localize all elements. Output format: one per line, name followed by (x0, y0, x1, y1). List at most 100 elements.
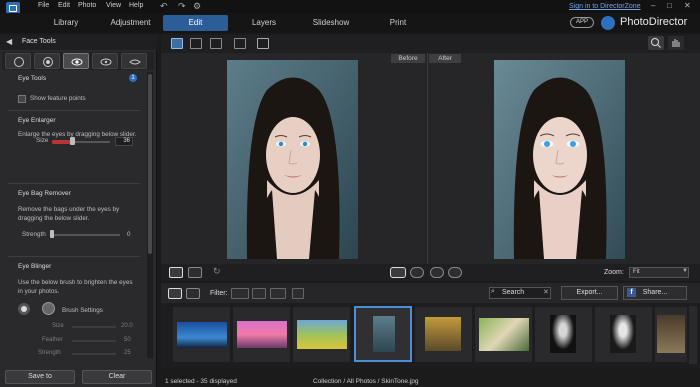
compare-view-icon[interactable] (210, 38, 222, 49)
undo-icon[interactable]: ↶ (160, 1, 168, 12)
hand-tool-icon[interactable] (668, 36, 684, 50)
tab-face-shaper[interactable] (5, 53, 31, 69)
brush-strength-slider[interactable] (72, 353, 116, 355)
fullscreen-icon[interactable] (234, 38, 246, 49)
monitor-dropdown-icon[interactable] (257, 38, 269, 49)
panel-scrollbar-thumb[interactable] (148, 74, 152, 254)
back-arrow-icon[interactable]: ◀ (6, 37, 12, 46)
zoom-tool-icon[interactable] (648, 36, 664, 50)
clear-search-icon[interactable]: ✕ (543, 288, 549, 296)
zoom-select[interactable]: Fit (629, 267, 689, 278)
menu-help[interactable]: Help (129, 2, 143, 9)
search-input[interactable]: Search (489, 287, 551, 299)
tab-layers[interactable]: Layers (244, 15, 284, 31)
feather-slider[interactable] (72, 340, 116, 342)
redo-icon[interactable]: ↷ (178, 1, 186, 12)
brush-size-value: 20.0 (121, 323, 133, 329)
feature-points-checkbox[interactable] (18, 95, 26, 103)
tab-eye-tools[interactable] (63, 53, 89, 69)
compare-view-button[interactable] (188, 267, 202, 278)
thumbnail[interactable] (233, 307, 290, 362)
flag-toggle-icon[interactable] (430, 267, 444, 278)
close-icon[interactable]: ✕ (684, 1, 691, 10)
divider (8, 110, 140, 111)
tab-edit[interactable]: Edit (163, 15, 228, 31)
filter-flag-dropdown[interactable] (231, 288, 249, 299)
thumbnail-image (237, 321, 287, 348)
thumbnail[interactable] (655, 307, 687, 362)
settings-gear-icon[interactable]: ⚙ (193, 1, 201, 12)
rotate-icon[interactable]: ↻ (213, 266, 221, 277)
before-label: Before (391, 54, 425, 63)
tab-library[interactable]: Library (46, 15, 86, 31)
thumbnail[interactable] (595, 307, 652, 362)
thumbnail[interactable] (173, 307, 230, 362)
dome-toggle-icon[interactable] (448, 267, 462, 278)
single-view-icon[interactable] (190, 38, 202, 49)
filter-color-dropdown[interactable] (292, 288, 304, 299)
compare-divider (427, 53, 428, 264)
eye-bag-remover-description: Remove the bags under the eyes by draggi… (18, 206, 120, 222)
tab-print[interactable]: Print (380, 15, 416, 31)
filmstrip-scrollbar[interactable] (689, 306, 697, 364)
single-photo-view-button[interactable] (169, 267, 183, 278)
strength-label: Strength (22, 231, 46, 238)
strength-slider-thumb[interactable] (50, 230, 54, 238)
zoom-chevron-down-icon[interactable]: ▼ (682, 268, 688, 274)
thumbnail[interactable] (535, 307, 592, 362)
thumbnail-image (373, 316, 395, 352)
tab-slideshow[interactable]: Slideshow (306, 15, 356, 31)
tab-adjustment[interactable]: Adjustment (108, 15, 153, 31)
before-photo (227, 60, 358, 259)
selection-count: 1 selected - 35 displayed (165, 378, 237, 385)
thumbnail[interactable] (415, 307, 472, 362)
mask-toggle-button[interactable] (390, 267, 406, 278)
maximize-icon[interactable]: □ (667, 1, 672, 10)
brush-mode-icon[interactable] (18, 303, 30, 315)
app-badge-button[interactable]: APP (570, 17, 594, 28)
director-zone-link[interactable]: Sign in to DirectorZone (569, 3, 641, 10)
product-name: PhotoDirector (620, 16, 688, 28)
thumbnail-image (657, 315, 685, 353)
tab-skin[interactable] (34, 53, 60, 69)
filter-label-dropdown[interactable] (270, 288, 286, 299)
save-to-button[interactable]: Save to (5, 370, 75, 384)
filmstrip-strip-view-button[interactable] (168, 288, 182, 299)
thumbnail-image (479, 318, 529, 351)
thumbnail-selected[interactable] (354, 306, 412, 362)
clear-button[interactable]: Clear (82, 370, 152, 384)
menu-view[interactable]: View (106, 2, 121, 9)
size-value-field[interactable]: 36 (115, 137, 133, 146)
minimize-icon[interactable]: – (651, 1, 655, 10)
after-label: After (429, 54, 461, 63)
app-window: File Edit Photo View Help ↶ ↷ ⚙ Sign in … (0, 0, 700, 387)
face-outline-icon (14, 57, 24, 67)
tab-eye-shape[interactable] (92, 53, 118, 69)
eye-enlarger-title: Eye Enlarger (18, 117, 56, 124)
menu-photo[interactable]: Photo (78, 2, 96, 9)
thumbnail[interactable] (293, 307, 350, 362)
portrait-before-image (227, 60, 358, 259)
facebook-icon: f (627, 288, 636, 297)
eraser-mode-icon[interactable] (42, 302, 55, 315)
info-badge[interactable]: 1 (129, 74, 137, 82)
feature-points-label: Show feature points (30, 95, 86, 102)
feather-label: Feather (42, 337, 63, 343)
export-button[interactable]: Export... (561, 286, 618, 300)
brush-size-slider[interactable] (72, 326, 116, 328)
menu-edit[interactable]: Edit (58, 2, 70, 9)
thumbnail[interactable] (475, 307, 532, 362)
thumbnail-image (610, 315, 636, 353)
thumbnail-image (177, 322, 227, 348)
magnifier-icon (651, 38, 661, 48)
filmstrip-grid-view-button[interactable] (186, 288, 200, 299)
eye-outline-icon (100, 58, 112, 66)
compare-toggle-icon[interactable] (410, 267, 424, 278)
thumbnail-image (297, 320, 347, 349)
filter-rating-dropdown[interactable] (252, 288, 266, 299)
size-slider-thumb[interactable] (70, 137, 75, 145)
tab-mouth[interactable] (121, 53, 147, 69)
grid-view-icon[interactable] (171, 38, 183, 49)
strength-slider-track[interactable] (52, 234, 120, 236)
menu-file[interactable]: File (38, 2, 49, 9)
